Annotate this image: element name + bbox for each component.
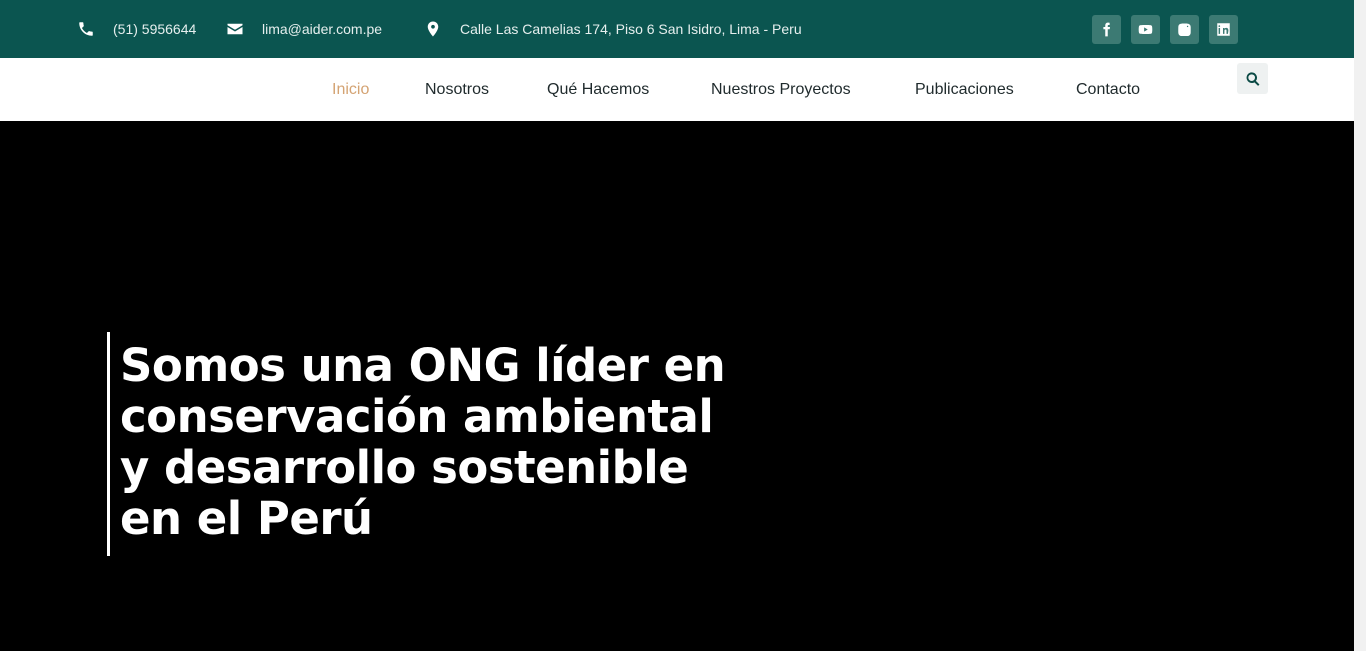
facebook-link[interactable] [1092,15,1121,44]
top-contact-bar: (51) 5956644 lima@aider.com.pe Calle Las… [0,0,1354,58]
envelope-icon [226,20,244,38]
instagram-link[interactable] [1170,15,1199,44]
page: (51) 5956644 lima@aider.com.pe Calle Las… [0,0,1354,651]
address-contact[interactable]: Calle Las Camelias 174, Piso 6 San Isidr… [424,0,802,58]
nav-item-contacto[interactable]: Contacto [1076,58,1140,121]
phone-text: (51) 5956644 [113,21,197,37]
nav-item-nosotros[interactable]: Nosotros [425,58,489,121]
page-scrollbar[interactable] [1354,0,1366,651]
hero-heading-block: Somos una ONG líder en conservación ambi… [107,332,750,556]
youtube-icon [1138,25,1153,34]
phone-icon [77,20,95,38]
instagram-icon [1178,23,1191,37]
address-text: Calle Las Camelias 174, Piso 6 San Isidr… [460,21,802,37]
email-contact[interactable]: lima@aider.com.pe [226,0,382,58]
email-text: lima@aider.com.pe [262,21,383,37]
phone-contact[interactable]: (51) 5956644 [77,0,196,58]
nav-item-publicaciones[interactable]: Publicaciones [915,58,1014,121]
facebook-icon [1103,22,1110,37]
main-navigation: Inicio Nosotros Qué Hacemos Nuestros Pro… [0,58,1354,121]
map-marker-icon [424,20,442,38]
search-icon [1246,71,1259,86]
hero-section: Somos una ONG líder en conservación ambi… [0,121,1354,651]
hero-heading: Somos una ONG líder en conservación ambi… [120,339,726,545]
youtube-link[interactable] [1131,15,1160,44]
linkedin-icon [1217,23,1230,36]
nav-item-que-hacemos[interactable]: Qué Hacemos [547,58,649,121]
nav-item-nuestros-proyectos[interactable]: Nuestros Proyectos [711,58,851,121]
search-button[interactable] [1237,63,1268,94]
nav-item-inicio[interactable]: Inicio [332,58,369,121]
linkedin-link[interactable] [1209,15,1238,44]
